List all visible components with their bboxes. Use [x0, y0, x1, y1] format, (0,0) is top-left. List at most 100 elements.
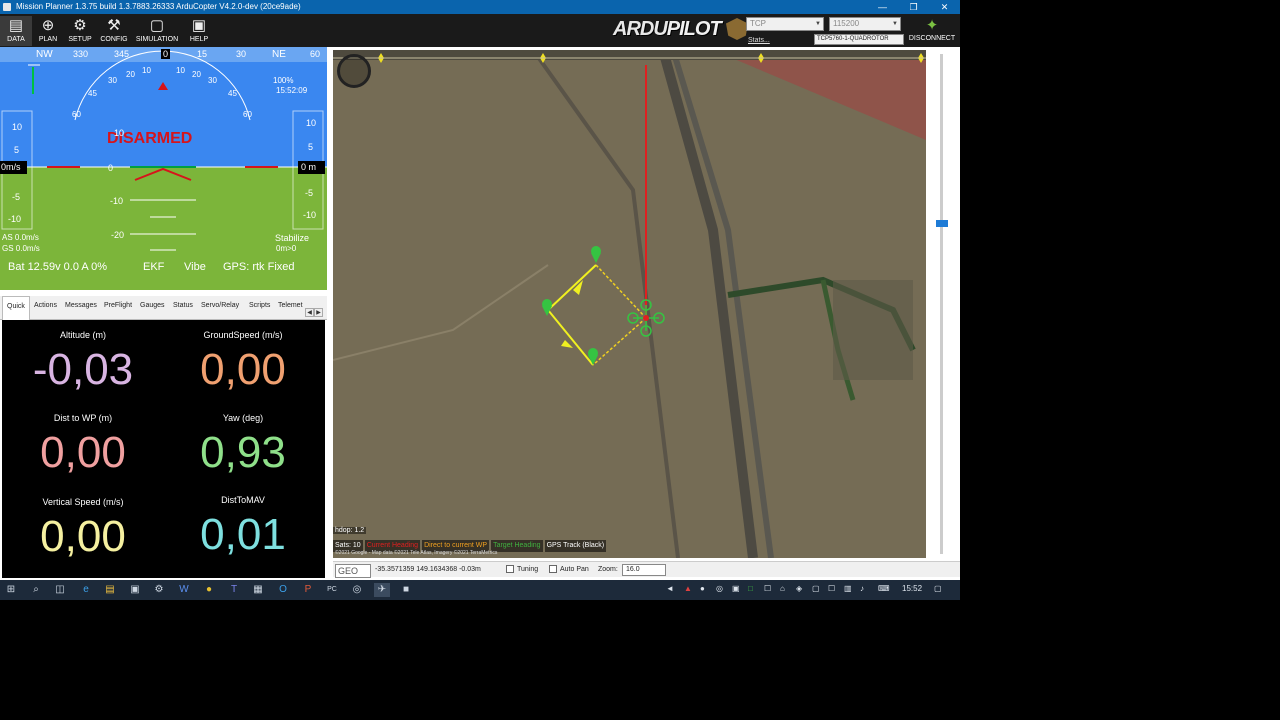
tray-app-icon[interactable]: ▢	[812, 584, 820, 593]
roll-scale-60l: 60	[72, 110, 81, 119]
keyboard-icon[interactable]: ⌨	[878, 584, 890, 593]
tab-messages[interactable]: Messages	[65, 302, 97, 309]
quick-groundspeed[interactable]: GroundSpeed (m/s) 0,00	[163, 328, 323, 394]
quick-vertical-speed[interactable]: Vertical Speed (m/s) 0,00	[3, 495, 163, 561]
stats-link[interactable]: Stats...	[748, 37, 770, 44]
tray-app-icon[interactable]: ☐	[764, 584, 771, 593]
tab-gauges[interactable]: Gauges	[140, 302, 165, 309]
powerpoint-icon[interactable]: P	[301, 583, 315, 597]
zoom-input[interactable]: 16.0	[622, 564, 666, 576]
gps-status[interactable]: GPS: rtk Fixed	[223, 261, 295, 273]
chrome-icon[interactable]: ●	[202, 583, 216, 597]
simulation-icon: ▢	[149, 17, 165, 34]
teams-icon[interactable]: T	[227, 583, 241, 597]
outlook-icon[interactable]: O	[276, 583, 290, 597]
quick-altitude[interactable]: Altitude (m) -0,03	[3, 328, 163, 394]
github-icon[interactable]: ◎	[350, 583, 364, 597]
quick-value: 0,00	[200, 345, 286, 394]
help-button[interactable]: ▣ HELP	[183, 16, 215, 46]
data-tabs: Quick Actions Messages PreFlight Gauges …	[0, 296, 327, 320]
logo-ardu: ARDU	[613, 18, 668, 40]
projection-select[interactable]: GEO	[335, 564, 371, 578]
search-icon[interactable]: ⌕	[29, 583, 43, 597]
tab-preflight[interactable]: PreFlight	[104, 302, 132, 309]
maximize-button[interactable]: ❐	[898, 0, 929, 14]
tray-app-icon[interactable]: ◎	[716, 584, 723, 593]
hud[interactable]: NW 330 345 0 15 30 NE 60 60 45 30 20 10 …	[0, 47, 327, 290]
edge-icon[interactable]: e	[79, 583, 93, 597]
network-icon[interactable]: ▥	[844, 584, 852, 593]
taskbar-clock[interactable]: 15:52	[902, 584, 922, 593]
tab-scripts[interactable]: Scripts	[249, 302, 270, 309]
connection-info-select[interactable]: TCP5760-1-QUADROTOR	[814, 34, 904, 45]
volume-icon[interactable]: ♪	[860, 584, 864, 593]
explorer-icon[interactable]: ▤	[103, 583, 117, 597]
map-imagery	[333, 50, 926, 558]
hdop-readout: hdop: 1.2	[333, 527, 367, 534]
window-controls: — ❐ ✕	[867, 0, 960, 14]
missionplanner-icon[interactable]: ✈	[374, 583, 390, 597]
tray-app-icon[interactable]: ●	[700, 584, 705, 593]
flight-map[interactable]: hdop: 1.2 Sats: 10 Current Heading Direc…	[333, 50, 926, 558]
notifications-icon[interactable]: ▢	[934, 584, 942, 593]
map-status-bar: GEO -35.3571359 149.1634368 -0.03m Tunin…	[333, 561, 960, 578]
quick-yaw[interactable]: Yaw (deg) 0,93	[163, 411, 323, 477]
tray-app-icon[interactable]: □	[748, 584, 753, 593]
plan-button[interactable]: ⊕ PLAN	[32, 16, 64, 46]
config-button[interactable]: ⚒ CONFIG	[98, 16, 130, 46]
tray-app-icon[interactable]: ⌂	[780, 584, 785, 593]
setup-button[interactable]: ⚙ SETUP	[64, 16, 96, 46]
tuning-checkbox[interactable]	[506, 565, 514, 573]
quick-label: Vertical Speed (m/s)	[42, 497, 124, 507]
setup-label: SETUP	[68, 36, 92, 43]
data-button[interactable]: ▤ DATA	[0, 16, 32, 46]
altitude-slider[interactable]	[936, 54, 948, 554]
tab-scroll-left-button[interactable]: ◀	[305, 308, 314, 317]
quick-dist-to-mav[interactable]: DistToMAV 0,01	[163, 493, 323, 559]
tray-app-icon[interactable]: ◈	[796, 584, 802, 593]
battery-status[interactable]: Bat 12.59v 0.0 A 0%	[8, 261, 107, 273]
close-button[interactable]: ✕	[929, 0, 960, 14]
tab-servo-relay[interactable]: Servo/Relay	[201, 302, 239, 309]
store-icon[interactable]: ▣	[128, 583, 142, 597]
tuning-label: Tuning	[517, 566, 539, 573]
battery-percent: 100%	[273, 76, 294, 85]
coordinates-readout: -35.3571359 149.1634368 -0.03m	[375, 566, 481, 573]
tab-scroll-right-button[interactable]: ▶	[314, 308, 323, 317]
tray-app-icon[interactable]: ▲	[684, 584, 692, 593]
tab-actions[interactable]: Actions	[34, 302, 57, 309]
disconnect-button[interactable]: ✦ DISCONNECT	[908, 16, 956, 42]
tab-status[interactable]: Status	[173, 302, 193, 309]
quick-dist-to-wp[interactable]: Dist to WP (m) 0,00	[3, 411, 163, 477]
ardupilot-logo: ARDUPILOT	[613, 18, 748, 42]
ardupilot-shield-icon	[726, 18, 748, 40]
word-icon[interactable]: W	[177, 583, 191, 597]
connection-type-select[interactable]: TCP ▼	[746, 17, 824, 31]
map-compass-icon[interactable]	[337, 54, 371, 88]
roll-scale-20l: 20	[126, 70, 135, 79]
pitch-label: -10	[110, 196, 124, 206]
tray-app-icon[interactable]: ☐	[828, 584, 835, 593]
baud-rate-select[interactable]: 115200 ▼	[829, 17, 901, 31]
pycharm-icon[interactable]: PC	[325, 583, 339, 597]
tray-app-icon[interactable]: ▣	[732, 584, 740, 593]
taskview-icon[interactable]: ◫	[53, 583, 67, 597]
autopan-checkbox[interactable]	[549, 565, 557, 573]
alt-tape-label: 10	[306, 118, 317, 128]
files-icon[interactable]: ▦	[251, 583, 265, 597]
ekf-status[interactable]: EKF	[143, 261, 164, 273]
roll-scale-30l: 30	[108, 76, 117, 85]
vibe-status[interactable]: Vibe	[184, 261, 206, 273]
tab-quick[interactable]: Quick	[2, 296, 30, 320]
terminal-icon[interactable]: ■	[399, 583, 413, 597]
tab-telemetry[interactable]: Telemet	[278, 302, 303, 309]
autopan-label: Auto Pan	[560, 566, 589, 573]
simulation-button[interactable]: ▢ SIMULATION	[134, 16, 180, 46]
quick-panel: Altitude (m) -0,03 GroundSpeed (m/s) 0,0…	[2, 320, 325, 578]
start-icon[interactable]: ⊞	[4, 583, 18, 597]
tray-overflow-icon[interactable]: ◄	[666, 584, 674, 593]
title-bar: Mission Planner 1.3.75 build 1.3.7883.26…	[0, 0, 960, 14]
settings-icon[interactable]: ⚙	[152, 583, 166, 597]
slider-thumb[interactable]	[936, 220, 948, 227]
minimize-button[interactable]: —	[867, 0, 898, 14]
